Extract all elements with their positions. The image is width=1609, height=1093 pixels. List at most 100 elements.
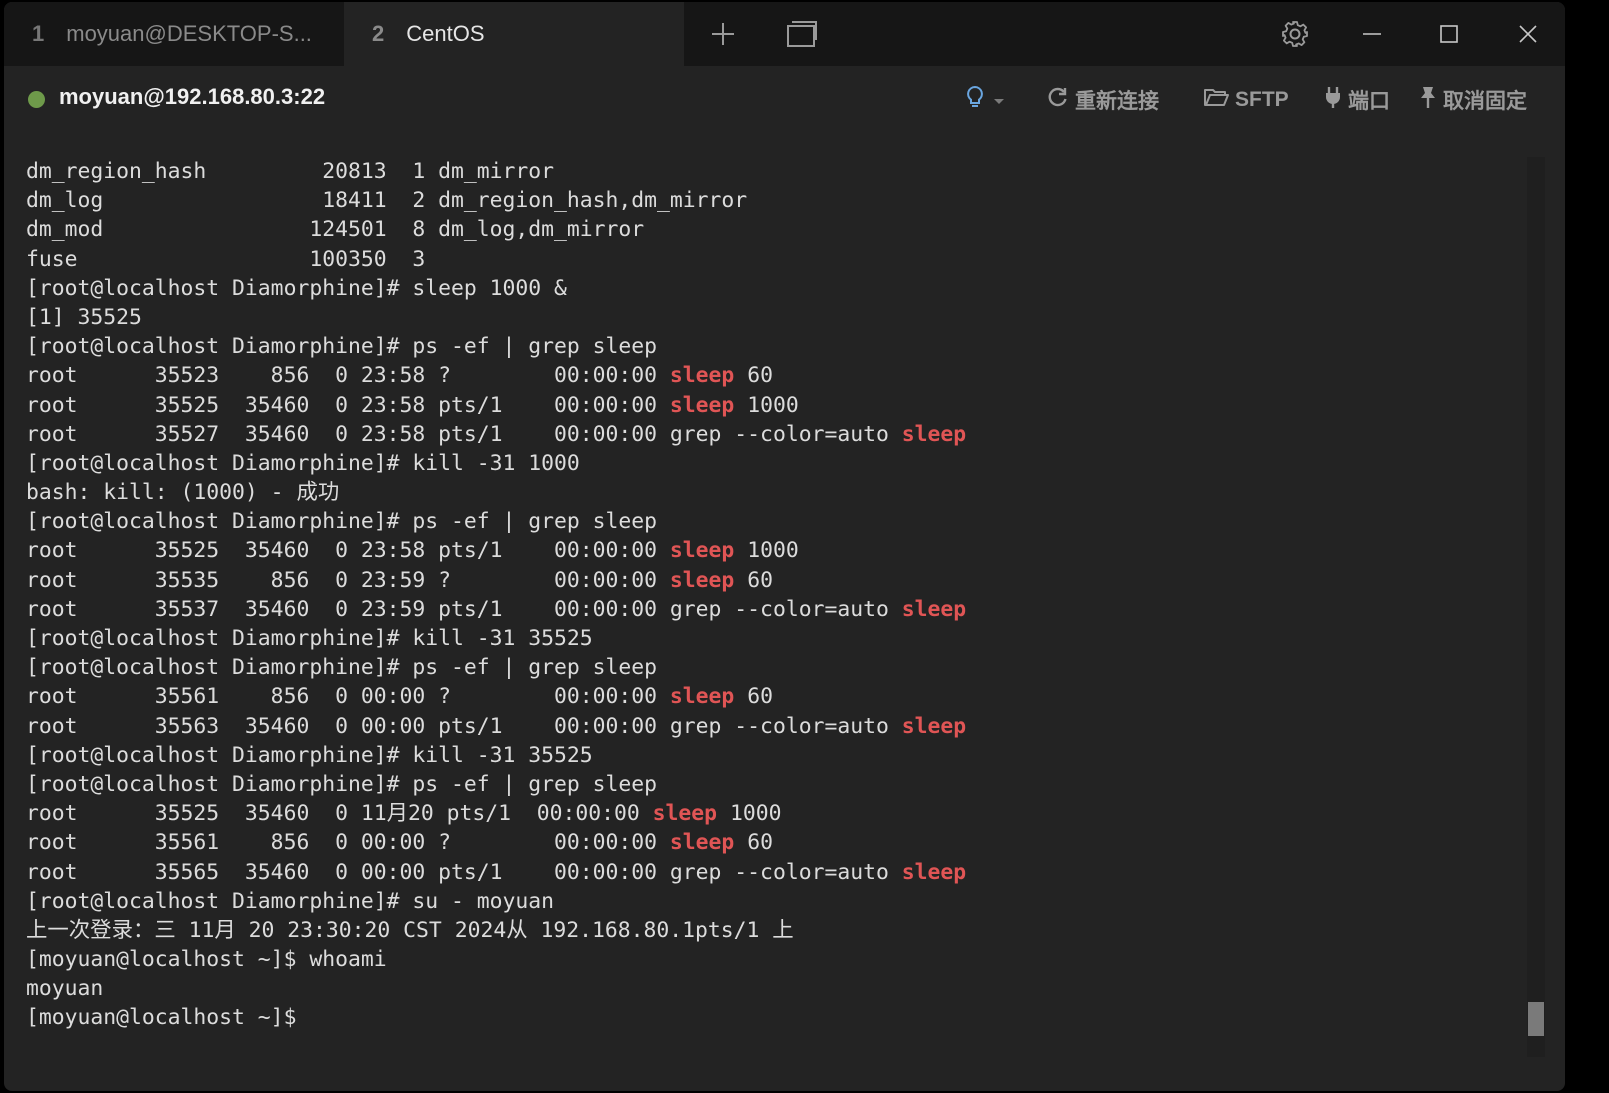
terminal-text: moyuan: [26, 976, 104, 1002]
highlight-match: sleep: [901, 421, 967, 447]
session-title: moyuan@192.168.80.3:22: [59, 84, 326, 109]
terminal-text: [root@localhost Diamorphine]# sleep 1000…: [26, 275, 567, 301]
terminal-text: root 35561 856 0 00:00 ? 00:00:00: [26, 830, 670, 856]
highlight-match: sleep: [669, 684, 735, 710]
terminal-line: dm_log 18411 2 dm_region_hash,dm_mirror: [26, 186, 1516, 215]
tips-dropdown[interactable]: [964, 83, 1012, 117]
terminal-text: [root@localhost Diamorphine]# su - moyua…: [26, 888, 555, 914]
terminal-line: root 35537 35460 0 23:59 pts/1 00:00:00 …: [26, 595, 1516, 624]
terminal-text: dm_mod 124501 8 dm_log,dm_mirror: [26, 217, 645, 243]
terminal-line: moyuan: [26, 974, 1516, 1003]
terminal-line: [1] 35525: [26, 303, 1516, 332]
terminal-line: root 35523 856 0 23:58 ? 00:00:00 sleep …: [26, 361, 1516, 390]
tab-desktop[interactable]: 1 moyuan@DESKTOP-S...: [4, 2, 344, 66]
terminal-text: root 35525 35460 0 11月20 pts/1 00:00:00: [26, 801, 653, 827]
terminal-text: root 35561 856 0 00:00 ? 00:00:00: [26, 684, 670, 710]
port-button[interactable]: 端口: [1324, 83, 1390, 117]
terminal-line: [moyuan@localhost ~]$ whoami: [26, 945, 1516, 974]
terminal-line: root 35525 35460 0 23:58 pts/1 00:00:00 …: [26, 391, 1516, 420]
terminal-text: 60: [734, 830, 773, 856]
terminal-text: [moyuan@localhost ~]$: [26, 1005, 310, 1031]
terminal-line: [root@localhost Diamorphine]# sleep 1000…: [26, 274, 1516, 303]
unpin-label: 取消固定: [1443, 90, 1527, 113]
terminal-line: [moyuan@localhost ~]$: [26, 1003, 1516, 1032]
terminal-output[interactable]: dm_region_hash 20813 1 dm_mirror dm_log 1…: [26, 157, 1516, 1057]
terminal-line: root 35561 856 0 00:00 ? 00:00:00 sleep …: [26, 828, 1516, 857]
plus-icon[interactable]: [703, 14, 743, 54]
highlight-match: sleep: [901, 596, 967, 622]
gear-icon[interactable]: [1275, 14, 1315, 54]
terminal-text: dm_log 18411 2 dm_region_hash,dm_mirror: [26, 188, 748, 214]
terminal-text: [root@localhost Diamorphine]# ps -ef | g…: [26, 509, 658, 535]
terminal-line: [root@localhost Diamorphine]# kill -31 1…: [26, 449, 1516, 478]
terminal-text: 上一次登录：三 11月 20 23:30:20 CST 2024从 192.16…: [26, 917, 794, 943]
terminal-line: [root@localhost Diamorphine]# ps -ef | g…: [26, 770, 1516, 799]
tab-number: 1: [32, 21, 45, 46]
refresh-icon: [1047, 86, 1075, 114]
terminal-scrollbar[interactable]: [1527, 157, 1545, 1057]
terminal-line: fuse 100350 3: [26, 245, 1516, 274]
terminal-text: [root@localhost Diamorphine]# kill -31 3…: [26, 626, 593, 651]
tab-label: CentOS: [406, 21, 485, 46]
lightbulb-icon: [964, 85, 992, 115]
terminal-text: root 35527 35460 0 23:58 pts/1 00:00:00 …: [26, 421, 902, 447]
reconnect-button[interactable]: 重新连接: [1047, 83, 1159, 117]
close-icon[interactable]: [1508, 14, 1548, 54]
pin-icon: [1419, 85, 1443, 115]
port-label: 端口: [1348, 90, 1390, 113]
highlight-match: sleep: [669, 363, 735, 389]
maximize-icon[interactable]: [1429, 14, 1469, 54]
terminal-line: bash: kill: (1000) - 成功: [26, 478, 1516, 507]
terminal-text: root 35525 35460 0 23:58 pts/1 00:00:00: [26, 538, 670, 564]
highlight-match: sleep: [669, 830, 735, 856]
terminal-text: [root@localhost Diamorphine]# kill -31 1…: [26, 450, 580, 476]
terminal-text: bash: kill: (1000) - 成功: [26, 480, 340, 506]
terminal-line: root 35527 35460 0 23:58 pts/1 00:00:00 …: [26, 420, 1516, 449]
highlight-match: sleep: [669, 538, 735, 564]
plug-icon: [1324, 85, 1348, 115]
terminal-text: 60: [734, 567, 773, 593]
terminal-line: dm_region_hash 20813 1 dm_mirror: [26, 157, 1516, 186]
terminal-text: 60: [734, 363, 773, 389]
tab-bar: 1 moyuan@DESKTOP-S... 2 CentOS: [4, 2, 1565, 66]
highlight-match: sleep: [669, 567, 735, 593]
terminal-line: root 35525 35460 0 23:58 pts/1 00:00:00 …: [26, 536, 1516, 565]
terminal-text: [root@localhost Diamorphine]# ps -ef | g…: [26, 655, 658, 681]
tab-label: moyuan@DESKTOP-S...: [66, 21, 312, 46]
terminal-line: 上一次登录：三 11月 20 23:30:20 CST 2024从 192.16…: [26, 916, 1516, 945]
sftp-button[interactable]: SFTP: [1203, 83, 1289, 117]
terminal-line: root 35535 856 0 23:59 ? 00:00:00 sleep …: [26, 566, 1516, 595]
terminal-line: [root@localhost Diamorphine]# su - moyua…: [26, 887, 1516, 916]
reconnect-label: 重新连接: [1075, 90, 1159, 113]
window-icon[interactable]: [782, 14, 822, 54]
scrollbar-thumb[interactable]: [1528, 1002, 1544, 1036]
terminal-line: [root@localhost Diamorphine]# ps -ef | g…: [26, 507, 1516, 536]
highlight-match: sleep: [669, 392, 735, 418]
highlight-match: sleep: [901, 859, 967, 885]
chevron-down-icon: [992, 88, 1012, 112]
terminal-text: fuse 100350 3: [26, 246, 426, 272]
highlight-match: sleep: [652, 801, 718, 827]
terminal-text: [1] 35525: [26, 304, 142, 330]
terminal-line: root 35565 35460 0 00:00 pts/1 00:00:00 …: [26, 858, 1516, 887]
terminal-window: 1 moyuan@DESKTOP-S... 2 CentOS moyuan@19…: [4, 2, 1565, 1091]
terminal-text: 1000: [734, 392, 799, 418]
tab-centos[interactable]: 2 CentOS: [344, 2, 684, 66]
terminal-text: root 35535 856 0 23:59 ? 00:00:00: [26, 567, 670, 593]
terminal-text: 60: [734, 684, 773, 710]
connection-status-dot: [28, 91, 45, 108]
terminal-text: [root@localhost Diamorphine]# ps -ef | g…: [26, 771, 658, 797]
terminal-text: root 35523 856 0 23:58 ? 00:00:00: [26, 363, 670, 389]
terminal-text: 1000: [734, 538, 799, 564]
minimize-icon[interactable]: [1352, 14, 1392, 54]
terminal-line: [root@localhost Diamorphine]# kill -31 3…: [26, 624, 1516, 653]
terminal-text: dm_region_hash 20813 1 dm_mirror: [26, 159, 555, 184]
terminal-text: root 35537 35460 0 23:59 pts/1 00:00:00 …: [26, 596, 902, 622]
session-bar: moyuan@192.168.80.3:22 重新连接 SFTP 端口 取消固定: [4, 66, 1565, 134]
terminal-line: root 35563 35460 0 00:00 pts/1 00:00:00 …: [26, 712, 1516, 741]
terminal-text: [root@localhost Diamorphine]# ps -ef | g…: [26, 334, 658, 360]
unpin-button[interactable]: 取消固定: [1419, 83, 1527, 117]
sftp-label: SFTP: [1235, 88, 1289, 111]
terminal-text: root 35563 35460 0 00:00 pts/1 00:00:00 …: [26, 713, 902, 739]
terminal-line: dm_mod 124501 8 dm_log,dm_mirror: [26, 215, 1516, 244]
